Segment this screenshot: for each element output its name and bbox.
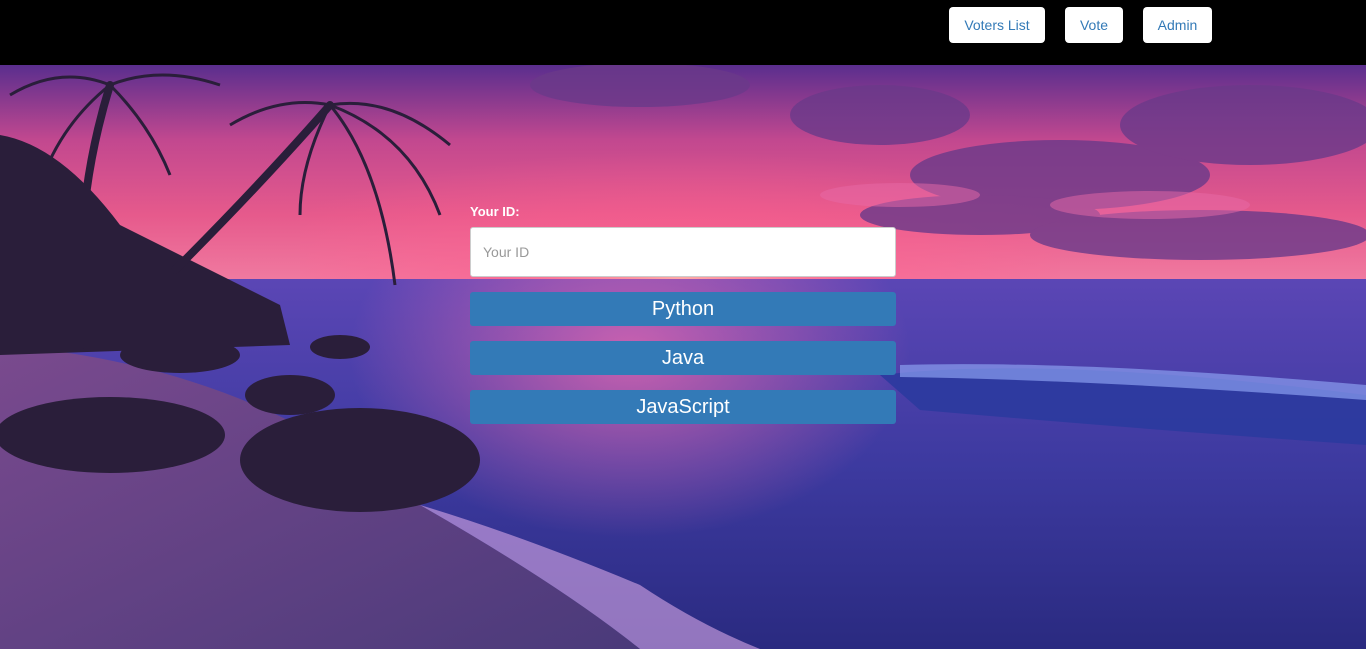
your-id-label: Your ID: xyxy=(470,204,520,219)
choice-python-button[interactable]: Python xyxy=(470,292,896,326)
your-id-input[interactable] xyxy=(470,227,896,277)
choice-javascript-button[interactable]: JavaScript xyxy=(470,390,896,424)
vote-button[interactable]: Vote xyxy=(1065,7,1123,43)
admin-button[interactable]: Admin xyxy=(1143,7,1212,43)
choice-java-button[interactable]: Java xyxy=(470,341,896,375)
voters-list-button[interactable]: Voters List xyxy=(949,7,1045,43)
top-navbar: Voters List Vote Admin xyxy=(0,0,1366,65)
vote-form: Your ID: Python Java JavaScript xyxy=(470,204,896,424)
